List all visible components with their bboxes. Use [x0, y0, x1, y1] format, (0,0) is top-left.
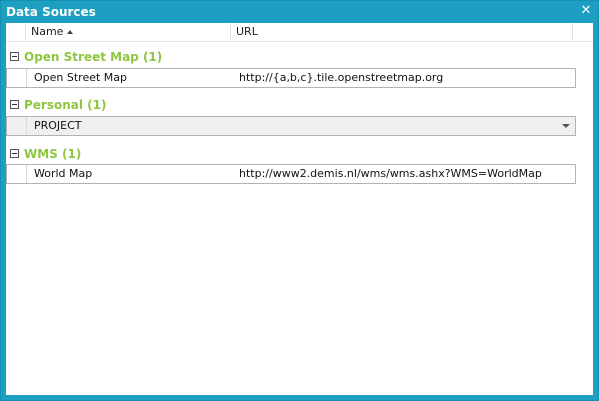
row-indent — [7, 117, 27, 135]
collapse-minus-icon[interactable] — [10, 100, 19, 109]
data-sources-window: Data Sources ✕ Name URL Open Street Map … — [0, 0, 599, 401]
group-header-personal[interactable]: Personal (1) — [6, 95, 593, 115]
sort-ascending-icon — [67, 30, 74, 34]
column-header-url[interactable]: URL — [231, 23, 573, 41]
close-icon[interactable]: ✕ — [580, 4, 592, 18]
title-bar[interactable]: Data Sources ✕ — [1, 1, 598, 23]
row-name: Open Street Map — [34, 71, 128, 84]
row-indent — [7, 69, 27, 87]
row-name: World Map — [34, 167, 93, 180]
group-label: WMS (1) — [24, 147, 82, 161]
row-url: http://www2.demis.nl/wms/wms.ashx?WMS=Wo… — [239, 167, 542, 180]
column-header-row: Name URL — [6, 23, 593, 42]
chevron-down-icon[interactable] — [562, 124, 570, 128]
data-sources-grid: Name URL Open Street Map (1) Open Street… — [6, 23, 593, 395]
collapse-minus-icon[interactable] — [10, 52, 19, 61]
collapse-minus-icon[interactable] — [10, 149, 19, 158]
header-filler — [573, 23, 593, 41]
column-header-url-label: URL — [236, 25, 258, 38]
row-indent — [7, 165, 27, 183]
column-header-name-label: Name — [31, 25, 64, 38]
row-name: PROJECT — [34, 119, 82, 132]
header-spacer — [6, 23, 26, 41]
window-title: Data Sources — [6, 5, 96, 19]
group-label: Personal (1) — [24, 98, 107, 112]
table-row[interactable]: Open Street Map http://{a,b,c}.tile.open… — [6, 68, 576, 88]
row-url: http://{a,b,c}.tile.openstreetmap.org — [239, 71, 444, 84]
group-label: Open Street Map (1) — [24, 50, 163, 64]
column-header-name[interactable]: Name — [26, 23, 231, 41]
group-header-open-street-map[interactable]: Open Street Map (1) — [6, 47, 593, 67]
table-row[interactable]: World Map http://www2.demis.nl/wms/wms.a… — [6, 164, 576, 184]
group-header-wms[interactable]: WMS (1) — [6, 144, 593, 164]
table-row[interactable]: PROJECT — [6, 116, 576, 136]
